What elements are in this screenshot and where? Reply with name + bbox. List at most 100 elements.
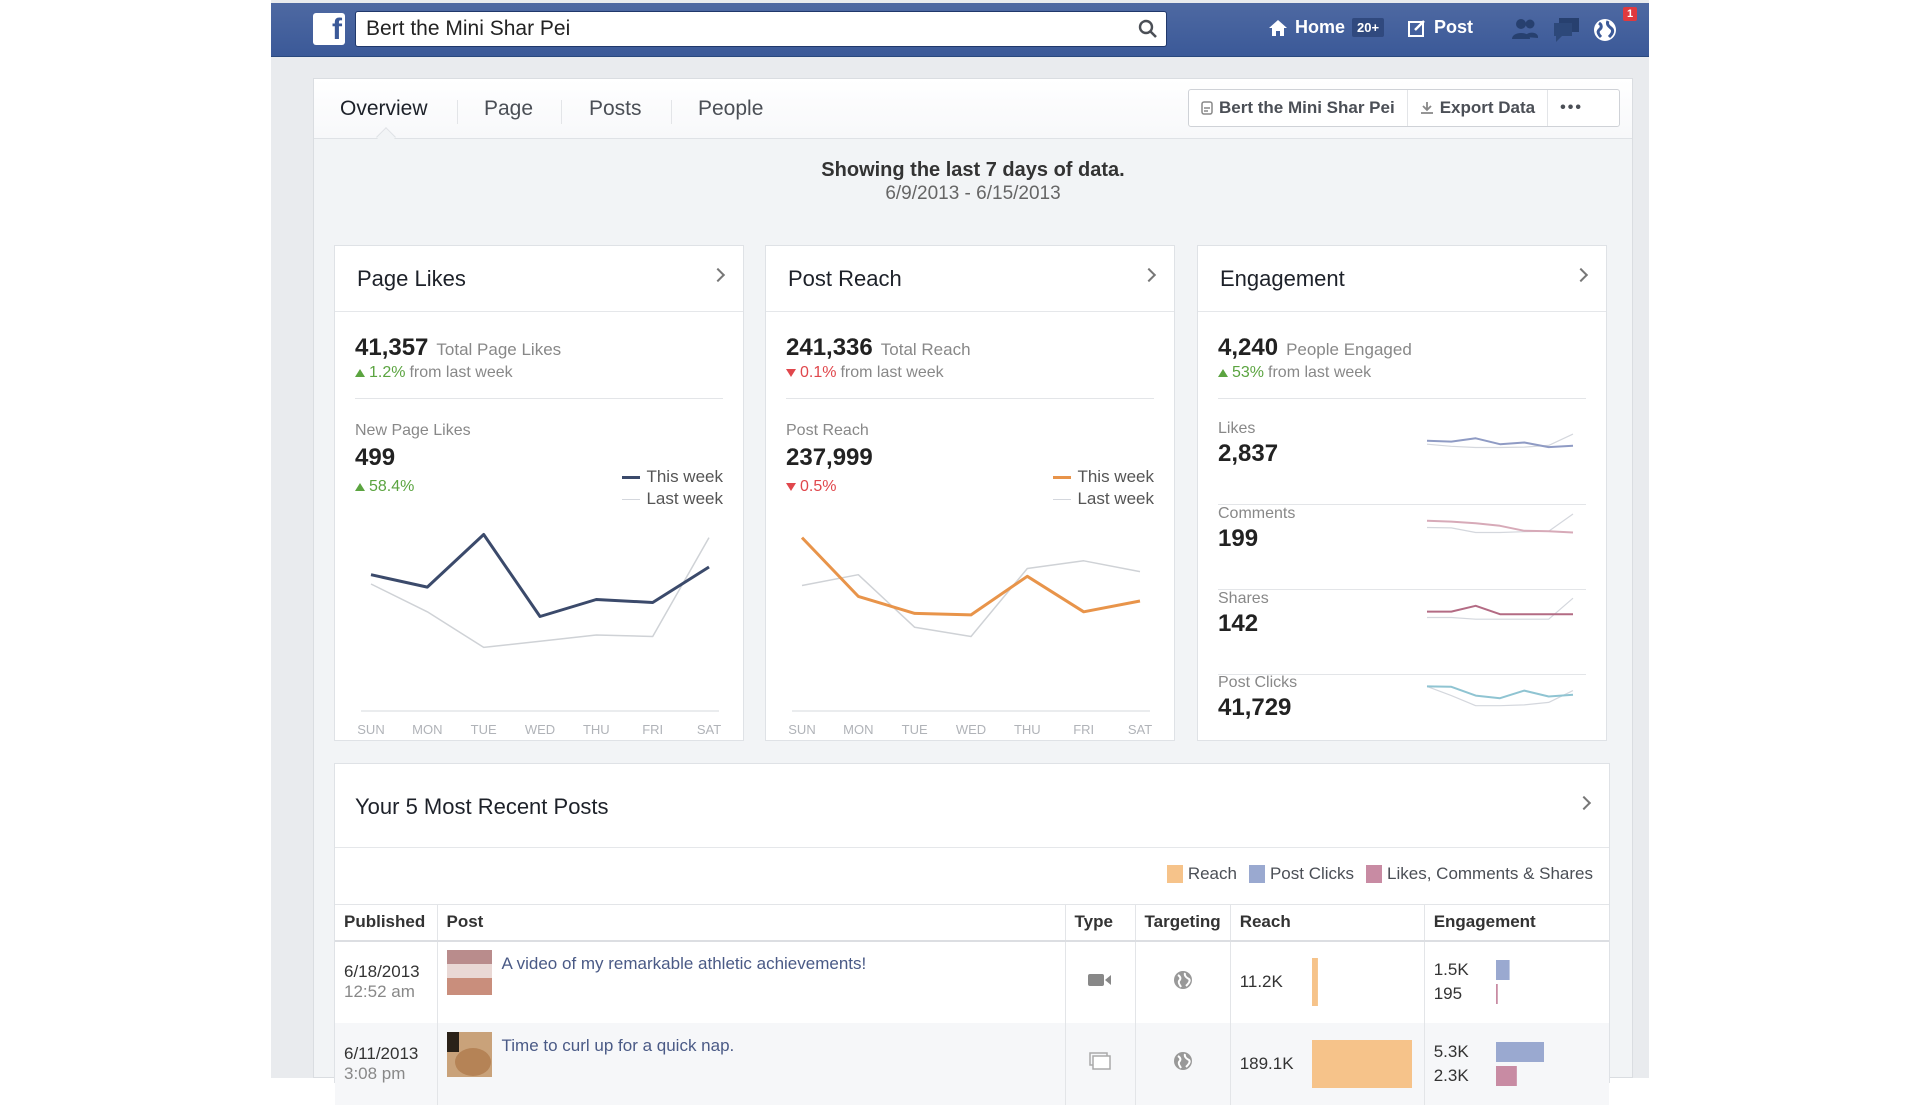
column-published[interactable]: Published <box>335 904 438 942</box>
table-header-row: Published Post Type Targeting Reach Enga… <box>335 904 1609 942</box>
active-tab-indicator <box>376 127 396 147</box>
legend-swatch-reach <box>1166 865 1183 883</box>
total-reach: 241,336 <box>786 334 873 361</box>
notifications-globe-icon[interactable] <box>1590 15 1620 43</box>
x-tick-label: SAT <box>697 722 721 736</box>
tab-divider <box>671 100 672 124</box>
chevron-right-icon <box>1573 267 1589 283</box>
reach-bar <box>1311 1039 1412 1088</box>
column-reach[interactable]: Reach <box>1230 904 1425 942</box>
shares-value: 142 <box>1218 610 1259 637</box>
x-tick-label: THU <box>1014 722 1041 736</box>
change-suffix: from last week <box>1268 364 1372 381</box>
tab-divider <box>457 100 458 124</box>
divider <box>355 398 723 399</box>
this-week-series-line <box>1426 519 1574 534</box>
targeting-cell <box>1135 1022 1231 1105</box>
chart-legend: This week Last week <box>1053 466 1154 510</box>
lcs-bar-fill <box>1495 984 1498 1004</box>
legend-this-week: This week <box>646 467 723 486</box>
legend-swatch-lcs <box>1366 865 1383 883</box>
legend-swatch-last-week <box>1053 498 1072 500</box>
chevron-right-icon <box>1141 267 1157 283</box>
tab-page[interactable]: Page <box>484 97 533 121</box>
search-icon[interactable] <box>1138 19 1158 39</box>
new-page-likes-value: 499 <box>355 444 396 471</box>
engagement-header[interactable]: Engagement <box>1198 246 1606 312</box>
shares-sparkline <box>1427 597 1574 620</box>
post-link[interactable]: A video of my remarkable athletic achiev… <box>502 954 867 974</box>
date-range-title: Showing the last 7 days of data. <box>821 159 1125 181</box>
post-clicks-value: 5.3K <box>1433 1041 1469 1061</box>
page-icon <box>1201 101 1213 115</box>
recent-posts-header[interactable]: Your 5 Most Recent Posts <box>335 764 1609 848</box>
comments-sparkline <box>1426 513 1574 534</box>
lcs-value: 2.3K <box>1433 1065 1469 1085</box>
column-targeting[interactable]: Targeting <box>1135 904 1231 942</box>
down-arrow-icon <box>786 369 796 377</box>
total-page-likes-label: Total Page Likes <box>436 340 562 359</box>
engagement-row-post-clicks: Post Clicks 41,729 <box>1218 674 1586 759</box>
nav-home[interactable]: Home 20+ <box>1268 17 1385 38</box>
insights-tabs: Overview Page Posts People Bert the Mini… <box>314 79 1632 147</box>
page-likes-header[interactable]: Page Likes <box>335 246 743 312</box>
type-cell <box>1065 1022 1136 1105</box>
table-row[interactable]: 6/18/2013 12:52 am A video of my remarkab… <box>335 940 1609 1023</box>
post-thumbnail[interactable] <box>446 950 492 995</box>
post-clicks-value: 1.5K <box>1433 960 1469 979</box>
post-edit-icon <box>1408 19 1425 37</box>
chart-legend: This week Last week <box>622 466 723 510</box>
up-arrow-icon <box>1218 369 1228 377</box>
page-selector-label: Bert the Mini Shar Pei <box>1219 98 1395 117</box>
export-data-button[interactable]: Export Data <box>1408 90 1549 126</box>
x-tick-label: MON <box>843 722 873 736</box>
last-week-series-line <box>370 537 710 649</box>
search-box[interactable] <box>355 11 1167 47</box>
date-range-dates: 6/9/2013 - 6/15/2013 <box>885 183 1061 204</box>
up-arrow-icon <box>355 483 365 491</box>
published-cell: 6/11/2013 3:08 pm <box>335 1022 438 1105</box>
x-tick-label: FRI <box>1073 722 1094 736</box>
change-suffix: from last week <box>409 364 513 381</box>
x-tick-label: MON <box>412 722 442 736</box>
recent-posts-title: Your 5 Most Recent Posts <box>355 794 609 819</box>
reach-value: 11.2K <box>1239 972 1283 991</box>
table-row[interactable]: 6/11/2013 3:08 pm Time to curl up for a q… <box>335 1022 1609 1105</box>
post-clicks-bar-fill <box>1495 960 1510 980</box>
page-likes-card: Page Likes 41,357 Total Page Likes 1.2% fr… <box>334 245 744 741</box>
column-post[interactable]: Post <box>437 904 1066 942</box>
tab-posts[interactable]: Posts <box>589 97 642 121</box>
legend-swatch-this-week <box>622 475 641 479</box>
post-clicks-bar-fill <box>1495 1041 1544 1062</box>
facebook-logo[interactable]: f <box>313 13 345 46</box>
shares-label: Shares <box>1218 590 1269 607</box>
post-clicks-bar <box>1495 960 1510 980</box>
nav-post[interactable]: Post <box>1407 17 1473 38</box>
post-clicks-bar <box>1495 1041 1544 1062</box>
facebook-logo-glyph: f <box>332 13 342 46</box>
chevron-right-icon <box>710 267 726 283</box>
people-engaged: 4,240 <box>1218 334 1279 361</box>
legend-likes-comments-shares: Likes, Comments & Shares <box>1387 864 1593 883</box>
published-date: 6/11/2013 <box>344 1043 419 1063</box>
published-cell: 6/18/2013 12:52 am <box>335 940 438 1023</box>
x-tick-label: THU <box>583 722 610 736</box>
column-type[interactable]: Type <box>1065 904 1136 942</box>
likes-sparkline <box>1426 433 1574 449</box>
search-input[interactable] <box>366 12 1126 46</box>
post-clicks-value: 41,729 <box>1218 694 1292 721</box>
tab-overview[interactable]: Overview <box>340 97 428 121</box>
tab-people[interactable]: People <box>698 97 763 121</box>
column-engagement[interactable]: Engagement <box>1424 904 1609 942</box>
friend-requests-icon[interactable] <box>1510 15 1540 43</box>
engagement-title: Engagement <box>1220 266 1345 291</box>
public-globe-icon <box>1173 970 1192 989</box>
post-thumbnail[interactable] <box>446 1031 492 1077</box>
messages-icon[interactable] <box>1551 15 1581 43</box>
page-selector-button[interactable]: Bert the Mini Shar Pei <box>1189 90 1408 126</box>
people-engaged-label: People Engaged <box>1286 340 1412 359</box>
x-tick-label: FRI <box>642 722 663 736</box>
post-link[interactable]: Time to curl up for a quick nap. <box>502 1036 735 1056</box>
post-reach-header[interactable]: Post Reach <box>766 246 1174 312</box>
more-options-button[interactable]: ••• <box>1548 90 1595 126</box>
